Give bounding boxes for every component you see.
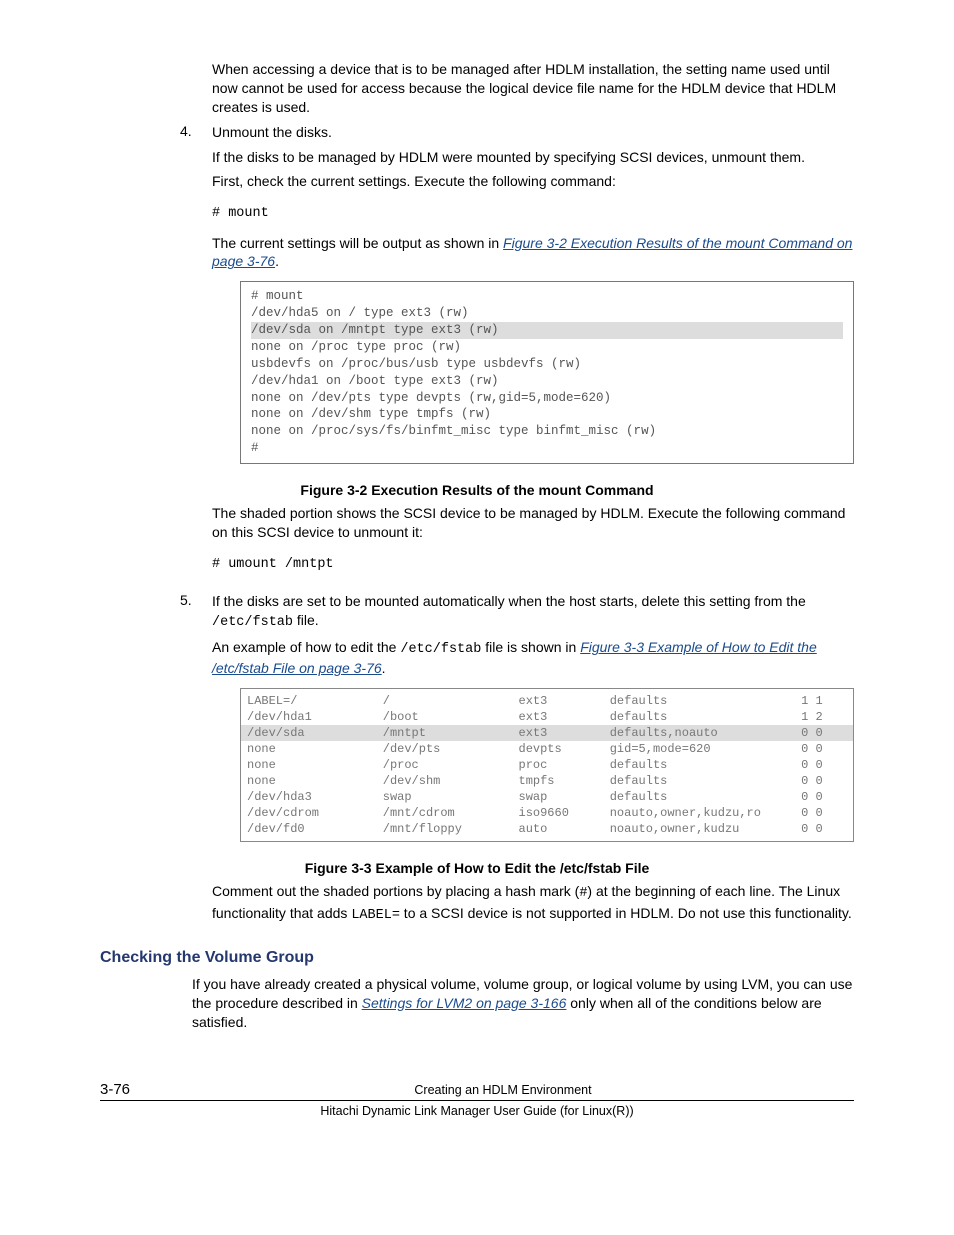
fstab-row: none/procprocdefaults0 0 [241,757,853,773]
figure-3-2-caption: Figure 3-2 Execution Results of the moun… [100,482,854,498]
figure-3-2-line: /dev/sda on /mntpt type ext3 (rw) [251,322,843,339]
figure-3-3-caption: Figure 3-3 Example of How to Edit the /e… [100,860,854,876]
step5-number: 5. [180,592,192,608]
intro-paragraph: When accessing a device that is to be ma… [212,60,854,117]
fstab-row: none/dev/shmtmpfsdefaults0 0 [241,773,853,789]
figure-3-2-line: none on /proc type proc (rw) [251,339,843,356]
figure-3-2-line: # [251,440,843,457]
fstab-row: /dev/sda/mntptext3defaults,noauto0 0 [241,725,853,741]
fstab-row: /dev/cdrom/mnt/cdromiso9660noauto,owner,… [241,805,853,821]
figure-3-2-line: usbdevfs on /proc/bus/usb type usbdevfs … [251,356,843,373]
step4-p3: The current settings will be output as s… [212,234,854,272]
link-settings-lvm2[interactable]: Settings for LVM2 on page 3-166 [362,995,567,1011]
step4-cmd: # mount [212,205,854,223]
footer-doc-title: Hitachi Dynamic Link Manager User Guide … [100,1104,854,1118]
fstab-row: /dev/hda1/bootext3defaults1 2 [241,709,853,725]
after32-cmd: # umount /mntpt [212,556,854,574]
section-p1: If you have already created a physical v… [192,975,854,1032]
after32-p1: The shaded portion shows the SCSI device… [212,504,854,542]
step5-p2: An example of how to edit the /etc/fstab… [212,638,854,678]
fstab-row: none/dev/ptsdevptsgid=5,mode=6200 0 [241,741,853,757]
step4-p2: First, check the current settings. Execu… [212,172,854,191]
page-number: 3-76 [100,1081,212,1098]
figure-3-2-line: none on /dev/shm type tmpfs (rw) [251,406,843,423]
fstab-row: /dev/fd0/mnt/floppyautonoauto,owner,kudz… [241,821,853,837]
after33-p1: Comment out the shaded portions by placi… [212,882,854,924]
figure-3-3-box: LABEL=//ext3defaults1 1/dev/hda1/bootext… [240,688,854,842]
step5-p1: If the disks are set to be mounted autom… [212,592,854,632]
section-heading-checking-volume-group: Checking the Volume Group [100,949,854,967]
step4-number: 4. [180,123,192,139]
fstab-row: /dev/hda3swapswapdefaults0 0 [241,789,853,805]
figure-3-2-line: /dev/hda1 on /boot type ext3 (rw) [251,373,843,390]
figure-3-2-line: none on /dev/pts type devpts (rw,gid=5,m… [251,390,843,407]
page-footer: 3-76 Creating an HDLM Environment Hitach… [100,1081,854,1118]
step4-p1: If the disks to be managed by HDLM were … [212,148,854,167]
figure-3-2-line: /dev/hda5 on / type ext3 (rw) [251,305,843,322]
figure-3-2-line: # mount [251,288,843,305]
footer-chapter: Creating an HDLM Environment [212,1083,794,1097]
figure-3-2-line: none on /proc/sys/fs/binfmt_misc type bi… [251,423,843,440]
step4-title: Unmount the disks. [212,123,854,142]
fstab-row: LABEL=//ext3defaults1 1 [241,693,853,709]
figure-3-2-box: # mount/dev/hda5 on / type ext3 (rw)/dev… [240,281,854,464]
